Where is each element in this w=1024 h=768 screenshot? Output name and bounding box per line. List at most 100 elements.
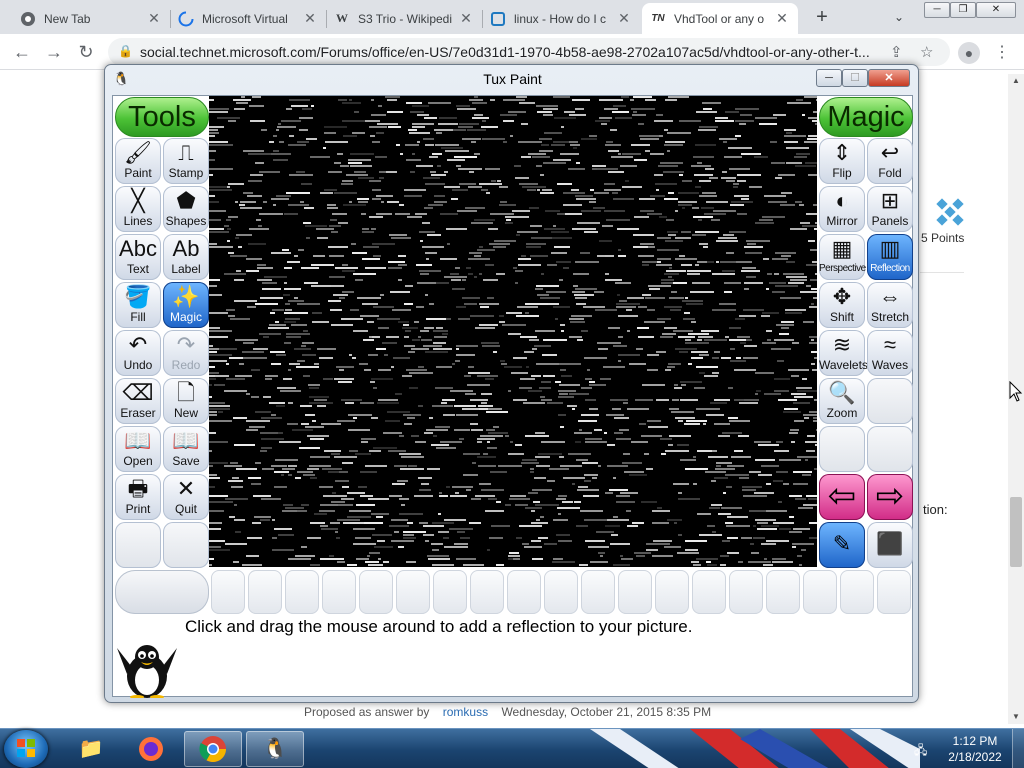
tool-quit-button[interactable]: ✕ Quit <box>163 474 209 520</box>
magic-shift-button[interactable]: ✥ Shift <box>819 282 865 328</box>
forward-button[interactable]: → <box>42 40 66 64</box>
color-swatch[interactable] <box>544 570 578 614</box>
scroll-up-icon[interactable]: ▲ <box>1008 74 1024 88</box>
tp-close-button[interactable]: ✕ <box>868 69 910 87</box>
profile-icon[interactable]: ● <box>958 42 980 64</box>
color-swatch[interactable] <box>766 570 800 614</box>
color-swatch[interactable] <box>803 570 837 614</box>
reload-button[interactable]: ↻ <box>74 40 98 64</box>
share-icon[interactable]: ⇪ <box>890 43 903 61</box>
close-icon[interactable]: ✕ <box>616 10 632 27</box>
magic-panels-button[interactable]: ⊞ Panels <box>867 186 913 232</box>
tool-magic-button[interactable]: ✨ Magic <box>163 282 209 328</box>
tool-eraser-button[interactable]: ⌫ Eraser <box>115 378 161 424</box>
color-swatch[interactable] <box>729 570 763 614</box>
magic-reflection-button[interactable]: ▥ Reflection <box>867 234 913 280</box>
color-swatch[interactable] <box>507 570 541 614</box>
magic-mirror-button[interactable]: ◐ Mirror <box>819 186 865 232</box>
minimize-button[interactable]: ─ <box>924 2 950 18</box>
tool-lines-button[interactable]: ╳ Lines <box>115 186 161 232</box>
system-clock[interactable]: 1:12 PM 2/18/2022 <box>945 733 1005 765</box>
windows-start-button[interactable] <box>4 730 48 768</box>
color-swatch[interactable] <box>840 570 874 614</box>
close-icon[interactable]: ✕ <box>146 10 162 27</box>
color-swatch[interactable] <box>618 570 652 614</box>
tab-vhdtool[interactable]: TN VhdTool or any o ✕ <box>642 3 798 34</box>
color-swatch[interactable] <box>470 570 504 614</box>
tab-linux[interactable]: linux - How do I c ✕ <box>482 3 640 34</box>
fullscreen-mode-button[interactable]: ⬛ <box>867 522 913 568</box>
tool-new-button[interactable]: 🗋 New <box>163 378 209 424</box>
wallpaper-decoration <box>590 729 920 768</box>
tab-microsoft-virtual[interactable]: Microsoft Virtual ✕ <box>170 3 326 34</box>
firefox-icon[interactable] <box>122 731 180 767</box>
color-swatch[interactable] <box>248 570 282 614</box>
color-swatch[interactable] <box>211 570 245 614</box>
magic-flip-button[interactable]: ⇕ Flip <box>819 138 865 184</box>
network-icon[interactable]: 🖧 <box>914 741 932 757</box>
save-icon: 📖 <box>172 428 200 453</box>
back-button[interactable]: ← <box>10 40 34 64</box>
partial-text: tion: <box>923 502 948 517</box>
close-icon[interactable]: ✕ <box>302 10 318 27</box>
show-desktop-button[interactable] <box>1012 729 1024 768</box>
drawing-canvas[interactable] <box>209 96 817 567</box>
magic-wavelets-button[interactable]: ≋ Wavelets <box>819 330 868 376</box>
close-icon[interactable]: ✕ <box>774 10 790 27</box>
restore-button[interactable]: ❐ <box>950 2 976 18</box>
color-swatch[interactable] <box>396 570 430 614</box>
magic-perspective-button[interactable]: ▦ Perspective <box>819 234 866 280</box>
paint-icon: 🖌 <box>124 140 152 165</box>
color-selector-large[interactable] <box>115 570 209 614</box>
paint-mode-button[interactable]: ✎ <box>819 522 865 568</box>
tool-undo-button[interactable]: ↶ Undo <box>115 330 161 376</box>
scrollbar-thumb[interactable] <box>1010 497 1022 567</box>
color-swatch[interactable] <box>433 570 467 614</box>
magic-stretch-button[interactable]: ⇔ Stretch <box>867 282 913 328</box>
url-text: social.technet.microsoft.com/Forums/offi… <box>140 44 870 60</box>
label-icon: Ab <box>172 236 200 261</box>
tp-minimize-button[interactable]: ─ <box>816 69 842 87</box>
tool-label: Lines <box>123 214 153 228</box>
close-icon[interactable]: ✕ <box>458 10 474 27</box>
tool-print-button[interactable]: 🖶 Print <box>115 474 161 520</box>
previous-page-arrow[interactable]: ⇦ <box>819 474 865 520</box>
file-explorer-icon[interactable]: 📁 <box>62 731 120 767</box>
scroll-down-icon[interactable]: ▼ <box>1008 710 1024 724</box>
tool-open-button[interactable]: 📖 Open <box>115 426 161 472</box>
tab-s3-trio[interactable]: W S3 Trio - Wikipedi ✕ <box>326 3 482 34</box>
color-swatch[interactable] <box>322 570 356 614</box>
tool-save-button[interactable]: 📖 Save <box>163 426 209 472</box>
new-tab-button[interactable]: + <box>810 5 834 29</box>
next-page-arrow[interactable]: ⇨ <box>867 474 913 520</box>
tool-label-button[interactable]: Ab Label <box>163 234 209 280</box>
tool-shapes-button[interactable]: ⬟ Shapes <box>163 186 209 232</box>
tool-stamp-button[interactable]: ⎍ Stamp <box>163 138 209 184</box>
tool-text-button[interactable]: Abc Text <box>115 234 161 280</box>
tool-fill-button[interactable]: 🪣 Fill <box>115 282 161 328</box>
tuxpaint-taskbar-icon[interactable]: 🐧 <box>246 731 304 767</box>
menu-icon[interactable]: ⋮ <box>994 42 1010 64</box>
address-bar[interactable]: 🔒 social.technet.microsoft.com/Forums/of… <box>108 38 950 66</box>
color-swatch[interactable] <box>877 570 911 614</box>
fill-icon: 🪣 <box>124 284 152 309</box>
tab-title: linux - How do I c <box>514 11 607 26</box>
color-swatch[interactable] <box>655 570 689 614</box>
window-title: Tux Paint <box>483 71 542 87</box>
chevron-down-icon[interactable]: ⌄ <box>888 6 910 28</box>
color-swatch[interactable] <box>581 570 615 614</box>
wand-icon: ⬛ <box>876 531 904 556</box>
tab-new-tab[interactable]: New Tab ✕ <box>12 3 170 34</box>
magic-waves-button[interactable]: ≈ Waves <box>867 330 913 376</box>
magic-zoom-button[interactable]: 🔍 Zoom <box>819 378 865 424</box>
star-icon[interactable]: ☆ <box>920 43 933 61</box>
magic-fold-button[interactable]: ↩ Fold <box>867 138 913 184</box>
color-swatch[interactable] <box>285 570 319 614</box>
proposer-name[interactable]: romkuss <box>443 705 488 719</box>
tool-label: Eraser <box>120 406 156 420</box>
tool-paint-button[interactable]: 🖌 Paint <box>115 138 161 184</box>
color-swatch[interactable] <box>692 570 726 614</box>
close-window-button[interactable]: ✕ <box>976 2 1016 18</box>
chrome-taskbar-icon[interactable] <box>184 731 242 767</box>
color-swatch[interactable] <box>359 570 393 614</box>
